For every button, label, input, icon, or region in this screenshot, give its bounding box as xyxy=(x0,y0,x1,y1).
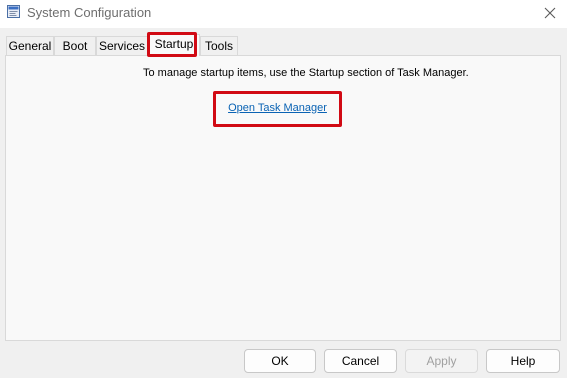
tab-boot[interactable]: Boot xyxy=(54,36,96,55)
tab-startup[interactable]: Startup xyxy=(148,34,200,56)
msconfig-icon xyxy=(7,5,20,18)
tab-general[interactable]: General xyxy=(6,36,54,55)
ok-button[interactable]: OK xyxy=(244,349,316,373)
apply-button[interactable]: Apply xyxy=(405,349,478,373)
task-manager-link-highlight: Open Task Manager xyxy=(213,91,342,127)
close-button[interactable] xyxy=(533,0,567,26)
title-bar: System Configuration xyxy=(0,0,567,28)
tab-strip: General Boot Services Startup Tools xyxy=(6,34,561,56)
window-title: System Configuration xyxy=(27,5,152,20)
startup-tab-panel: To manage startup items, use the Startup… xyxy=(5,55,561,341)
startup-info-text: To manage startup items, use the Startup… xyxy=(143,67,469,79)
tab-tools[interactable]: Tools xyxy=(200,36,238,55)
help-button[interactable]: Help xyxy=(486,349,560,373)
system-configuration-window: System Configuration General Boot Servic… xyxy=(0,0,567,378)
tab-services[interactable]: Services xyxy=(96,36,148,55)
close-icon xyxy=(544,7,556,19)
open-task-manager-link[interactable]: Open Task Manager xyxy=(228,102,327,114)
cancel-button[interactable]: Cancel xyxy=(324,349,397,373)
